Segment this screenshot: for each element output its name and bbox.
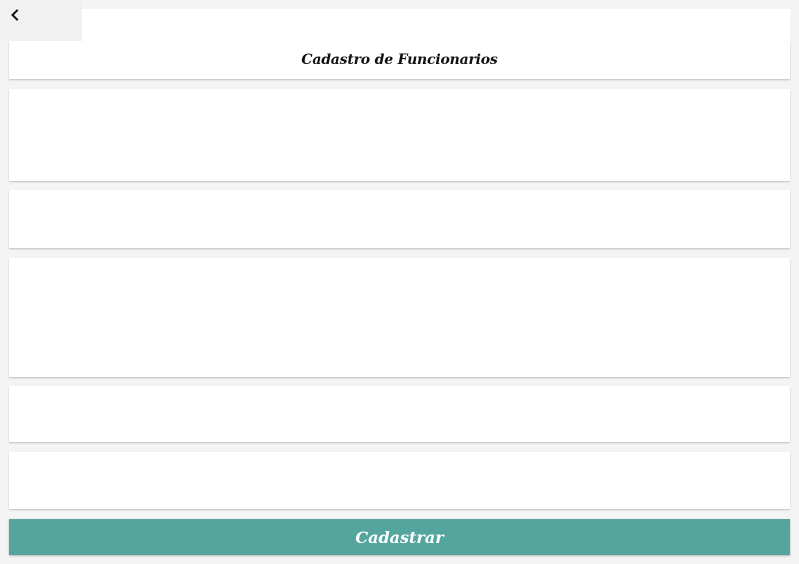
form-field-4 — [9, 386, 790, 442]
chevron-left-icon — [11, 9, 19, 21]
field-5-input[interactable] — [9, 452, 790, 509]
form-field-3 — [9, 258, 790, 377]
form-field-1 — [9, 89, 790, 181]
back-button[interactable] — [4, 4, 26, 26]
back-area — [0, 0, 82, 41]
form-field-5 — [9, 452, 790, 509]
field-3-input[interactable] — [9, 258, 790, 377]
submit-button-label: Cadastrar — [355, 527, 444, 547]
field-2-input[interactable] — [9, 190, 790, 248]
top-bar — [82, 9, 790, 41]
submit-button[interactable]: Cadastrar — [9, 519, 790, 555]
page-title: Cadastro de Funcionarios — [301, 52, 498, 68]
title-card: Cadastro de Funcionarios — [9, 41, 790, 79]
field-1-input[interactable] — [9, 89, 790, 181]
form-field-2 — [9, 190, 790, 248]
field-4-input[interactable] — [9, 386, 790, 442]
